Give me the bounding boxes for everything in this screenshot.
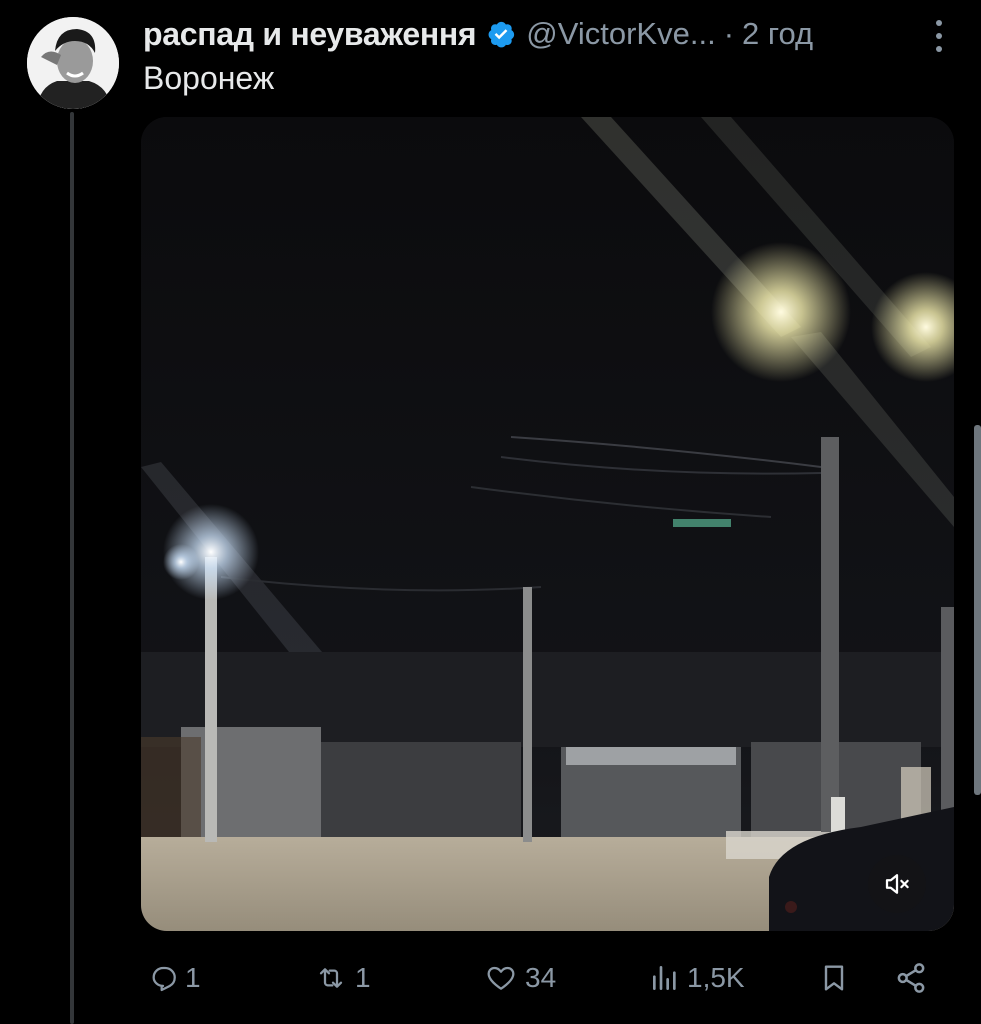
author-handle[interactable]: @VictorKve...	[526, 16, 715, 52]
share-icon	[897, 963, 925, 993]
post-time[interactable]: 2 год	[742, 16, 813, 52]
action-bar: 1 1 34 1,5K	[143, 954, 943, 1002]
repost-count: 1	[355, 962, 371, 993]
post-header: распад и неуваження @VictorKve... · 2 го…	[143, 12, 981, 56]
author-name[interactable]: распад и неуваження	[143, 16, 477, 53]
reply-button[interactable]: 1	[147, 954, 201, 1002]
bookmark-button[interactable]	[818, 954, 850, 1002]
more-options-icon[interactable]	[931, 20, 947, 52]
like-button[interactable]: 34	[483, 954, 556, 1002]
like-count: 34	[525, 962, 557, 993]
reply-icon	[152, 966, 176, 992]
repost-icon	[319, 968, 343, 988]
post-text: Воронеж	[143, 60, 275, 96]
post-video[interactable]	[141, 117, 954, 931]
avatar[interactable]	[27, 17, 119, 109]
muted-speaker-icon	[885, 874, 909, 894]
mute-button[interactable]	[868, 855, 926, 913]
repost-button[interactable]: 1	[313, 954, 371, 1002]
heart-icon	[487, 966, 515, 990]
separator-dot: ·	[723, 16, 735, 51]
share-button[interactable]	[893, 954, 929, 1002]
views-icon	[653, 966, 676, 990]
views-count: 1,5K	[687, 962, 745, 993]
verified-badge-icon	[486, 19, 516, 49]
views-button[interactable]: 1,5K	[649, 954, 745, 1002]
bookmark-icon	[824, 965, 844, 991]
thread-line	[70, 112, 74, 1024]
scrollbar-thumb[interactable]	[974, 425, 981, 795]
reply-count: 1	[185, 962, 201, 993]
